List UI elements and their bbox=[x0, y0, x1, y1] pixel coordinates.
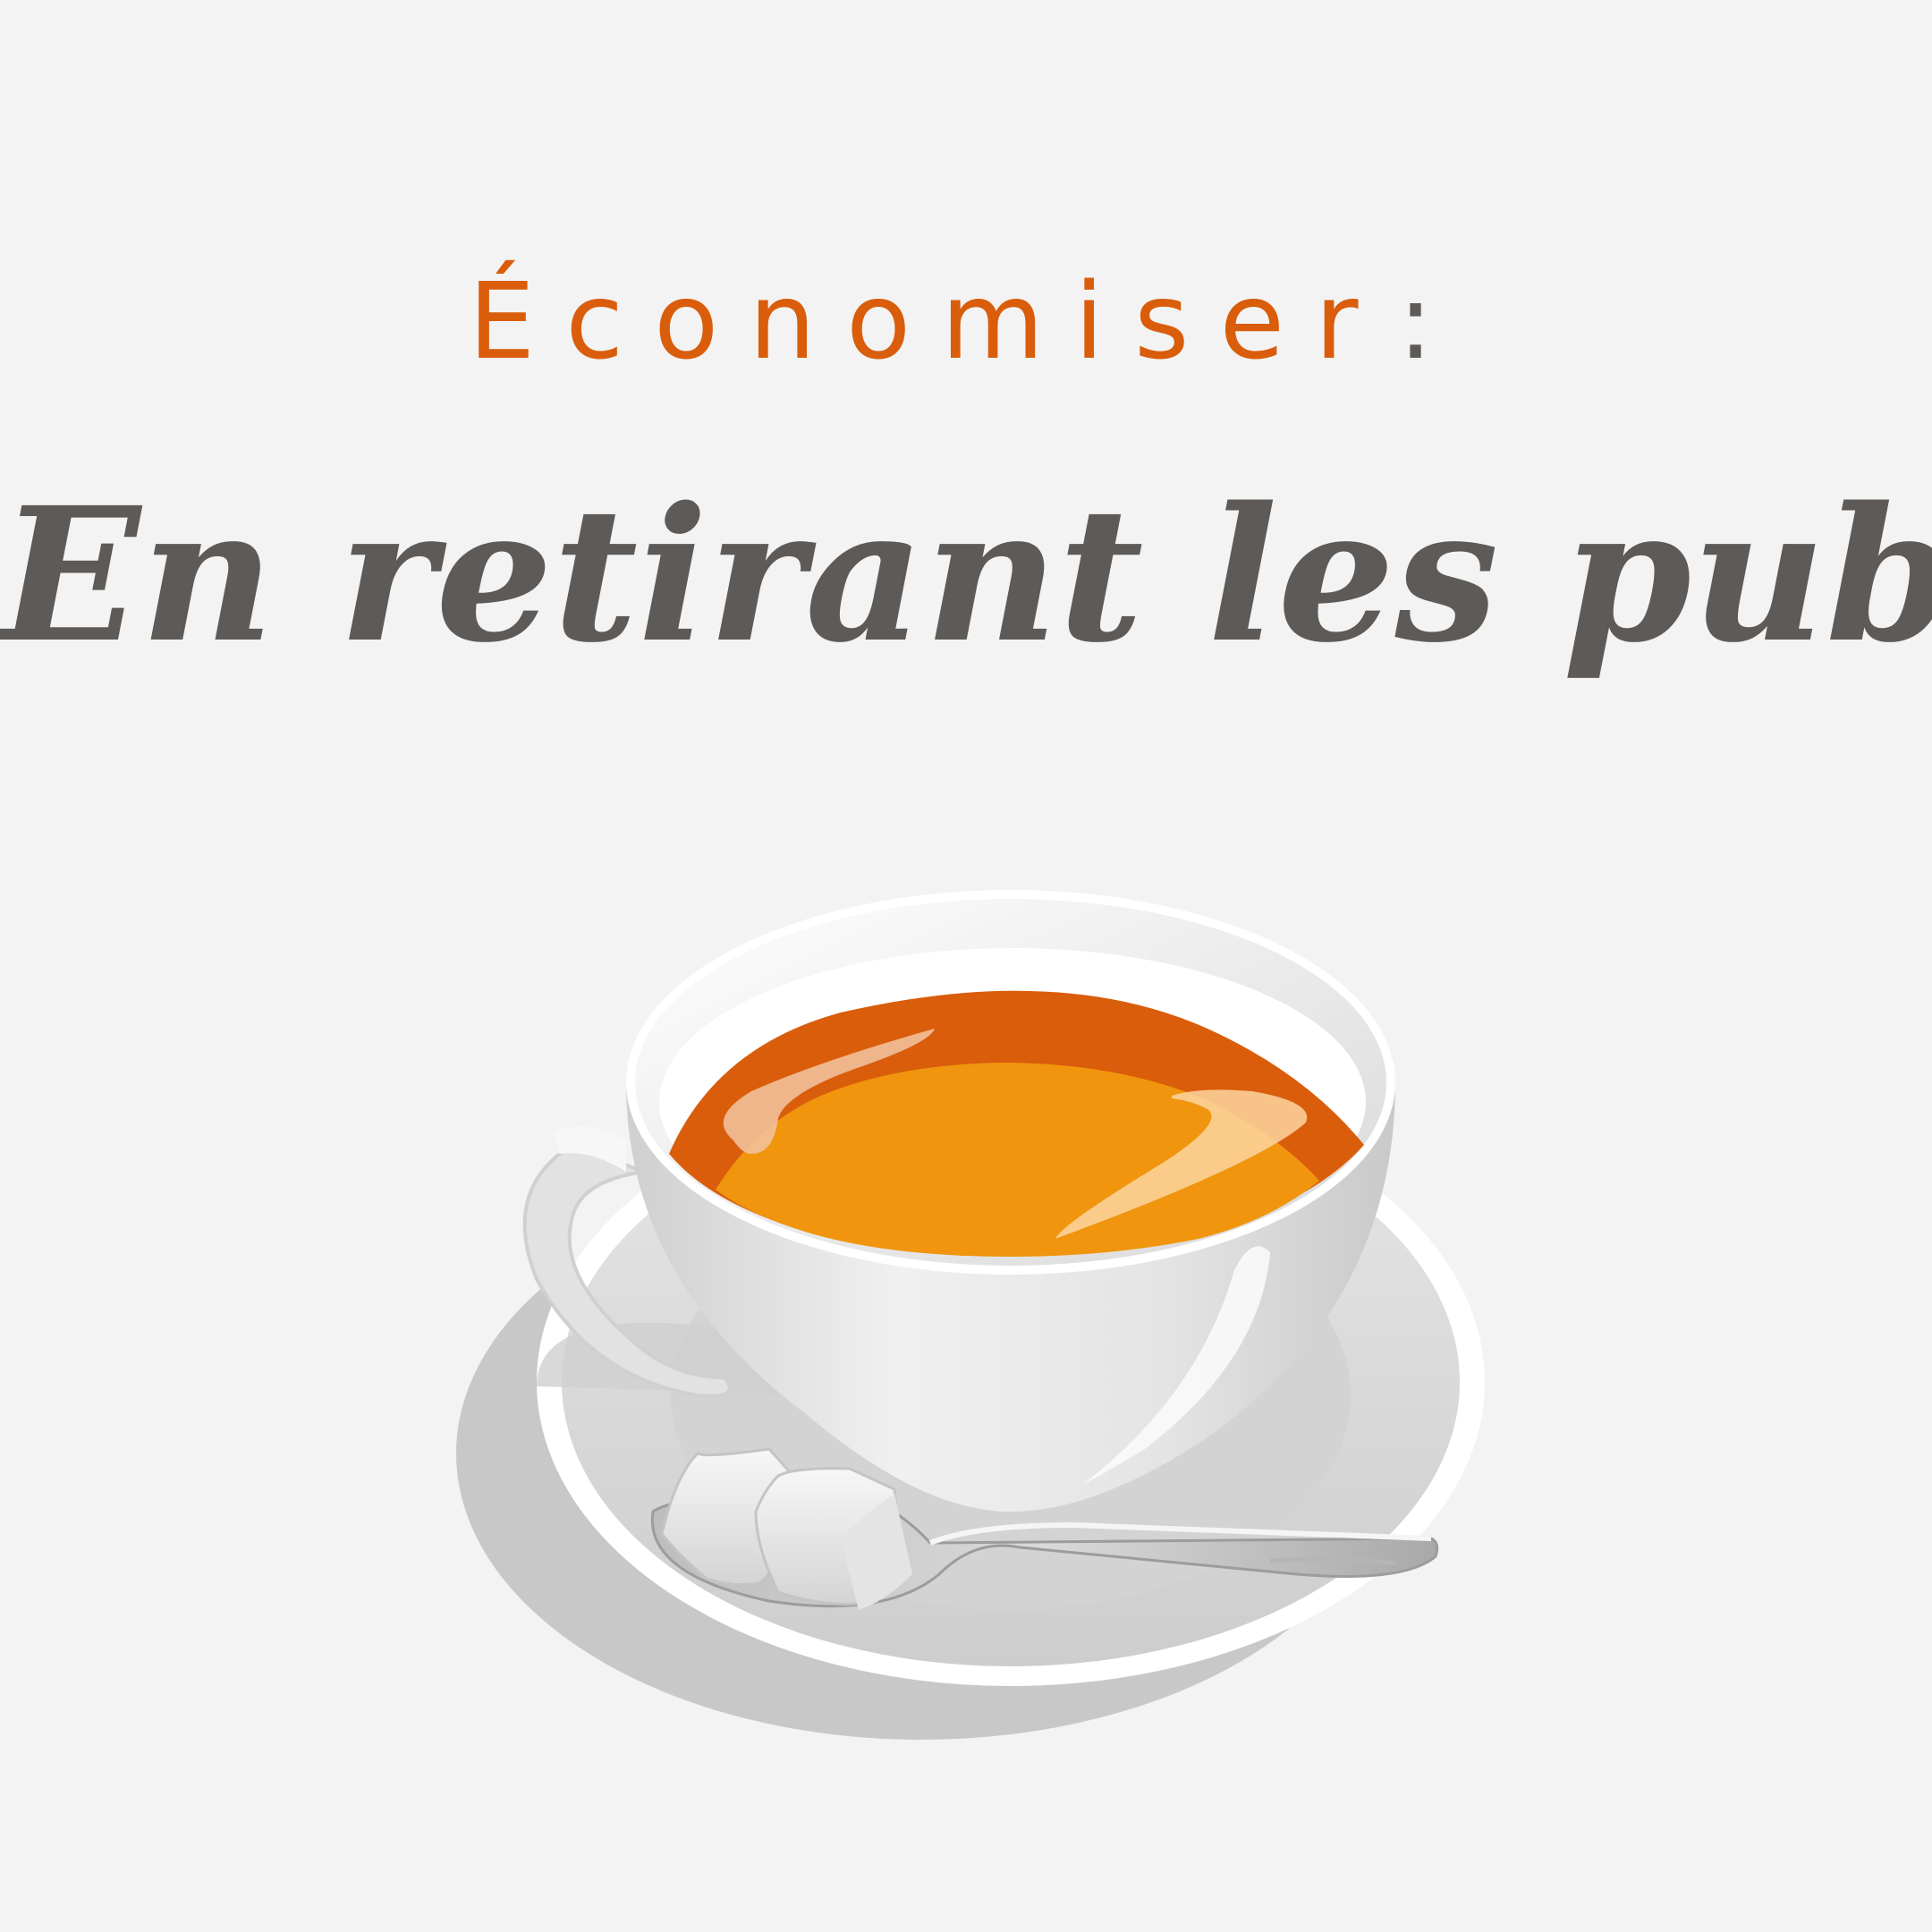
tea-cup-icon bbox=[456, 890, 1485, 1740]
poster: Économiser: En retirant les pubs bbox=[0, 0, 1932, 1932]
